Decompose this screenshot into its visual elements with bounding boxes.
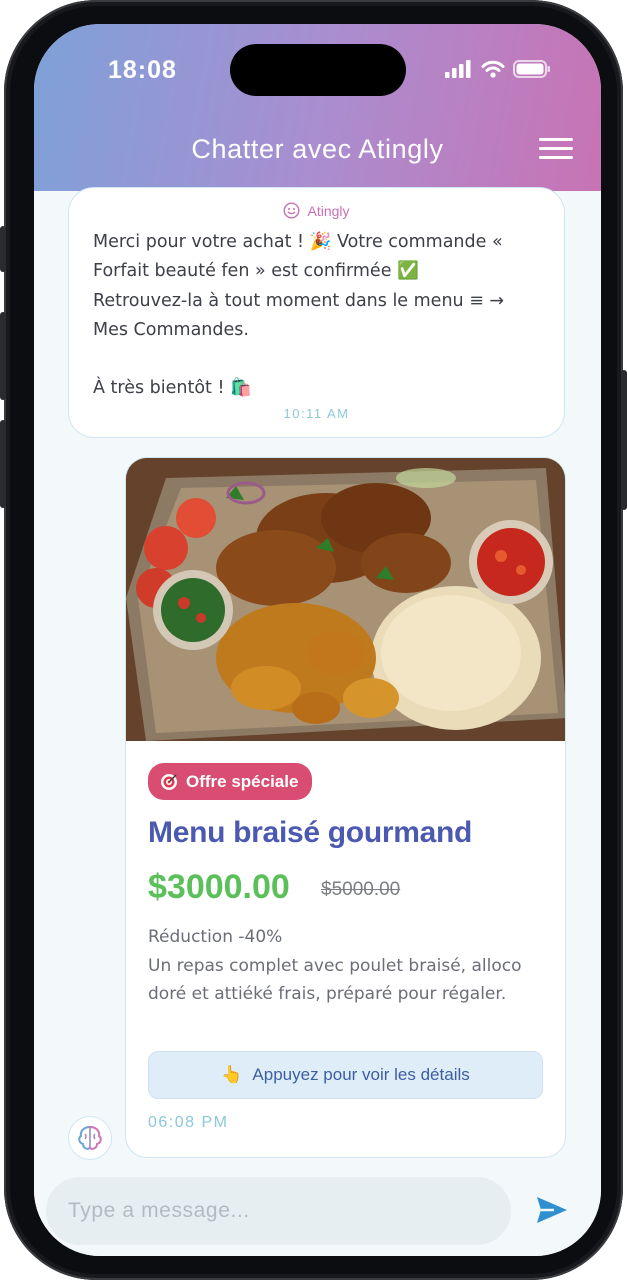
bot-name: Atingly	[307, 202, 350, 219]
offer-title: Menu braisé gourmand	[148, 816, 473, 849]
message-input[interactable]	[46, 1177, 511, 1245]
volume-up-button	[0, 312, 6, 400]
view-details-label: Appuyez pour voir les détails	[252, 1065, 470, 1084]
power-button	[621, 370, 627, 510]
composer	[34, 1164, 601, 1256]
dynamic-island	[230, 44, 406, 96]
page-title: Chatter avec Atingly	[191, 134, 444, 164]
smiley-icon	[283, 202, 300, 219]
offer-card[interactable]: Offre spéciale Menu braisé gourmand $300…	[125, 457, 566, 1158]
bot-name-row: Atingly	[69, 202, 564, 219]
bot-message-time: 10:11 AM	[283, 406, 350, 421]
signal-icon	[445, 60, 471, 78]
offer-description: Réduction -40% Un repas complet avec pou…	[148, 927, 522, 1004]
offer-price: $3000.00	[148, 868, 290, 906]
screen: 18:08 Chatter avec Atingly Atingly Merci…	[34, 24, 601, 1256]
action-button	[0, 226, 6, 272]
send-icon	[537, 1197, 567, 1223]
chat-area[interactable]: Atingly Merci pour votre achat ! 🎉 Votre…	[34, 187, 601, 1174]
menu-icon-line	[539, 156, 573, 159]
menu-icon	[539, 138, 573, 141]
send-button[interactable]	[534, 1192, 574, 1232]
bot-message: Atingly Merci pour votre achat ! 🎉 Votre…	[68, 187, 565, 438]
wifi-icon	[481, 60, 505, 78]
view-details-button[interactable]: 👆 Appuyez pour voir les détails	[148, 1051, 543, 1099]
pointing-hand-icon: 👆	[221, 1065, 243, 1084]
bot-message-text: Merci pour votre achat ! 🎉 Votre command…	[93, 232, 505, 399]
bot-avatar[interactable]	[68, 1116, 112, 1160]
offer-old-price: $5000.00	[321, 879, 401, 900]
offer-time: 06:08 PM	[148, 1114, 229, 1131]
volume-down-button	[0, 420, 6, 508]
chat-header: 18:08 Chatter avec Atingly	[34, 24, 601, 191]
menu-icon-line	[539, 147, 573, 150]
badge-label: Offre spéciale	[186, 771, 299, 791]
brain-avatar-icon	[78, 1126, 102, 1150]
menu-button[interactable]	[539, 138, 573, 166]
status-icons	[445, 60, 551, 78]
status-time: 18:08	[108, 56, 177, 84]
food-image	[126, 458, 565, 741]
battery-icon	[513, 60, 550, 78]
special-offer-badge: Offre spéciale	[148, 763, 313, 800]
target-icon	[161, 773, 177, 790]
phone-frame: 18:08 Chatter avec Atingly Atingly Merci…	[0, 0, 627, 1280]
